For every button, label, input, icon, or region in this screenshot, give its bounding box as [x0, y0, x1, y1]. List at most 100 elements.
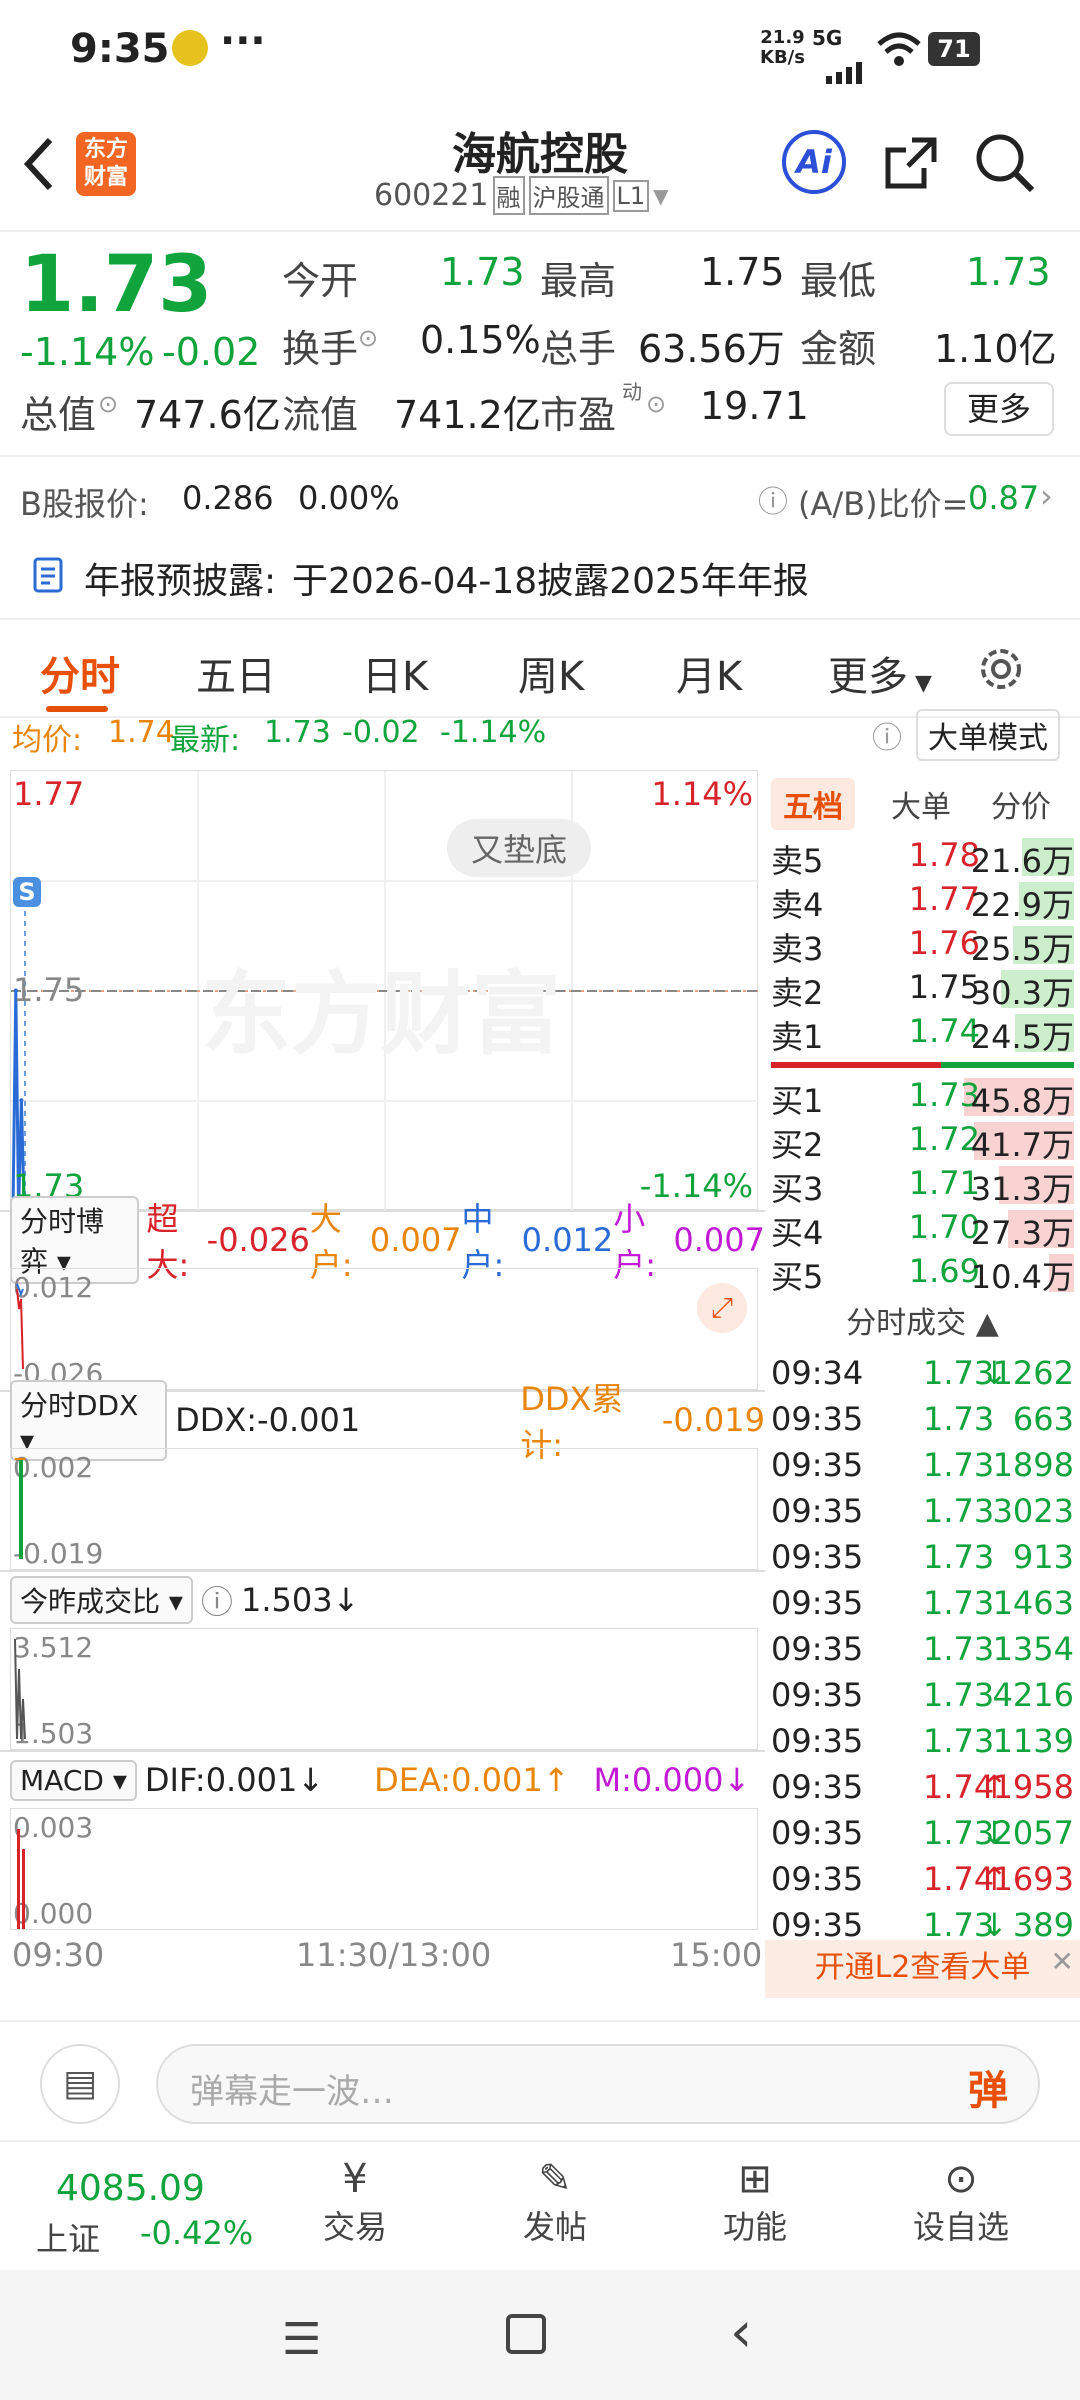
ratio-value: 1.503	[241, 1581, 333, 1619]
search-icon[interactable]	[974, 132, 1036, 198]
danmu-send-button[interactable]: 弹	[968, 2058, 1008, 2116]
trade-price: 1.73	[923, 1676, 995, 1714]
sub-chart[interactable]: 3.512 1.503	[10, 1628, 758, 1750]
settings-gear-icon[interactable]	[974, 642, 1028, 700]
l2-upgrade-banner[interactable]: 开通L2查看大单 ✕	[765, 1940, 1080, 1998]
tab-price-dist[interactable]: 分价	[991, 782, 1051, 826]
change-pct: -1.14%	[20, 330, 155, 374]
wifi-icon	[876, 30, 922, 78]
stock-header: 东方 财富 海航控股 600221 融 沪股通 L1 ▼ Ai	[0, 100, 1080, 230]
ai-assistant-button[interactable]: Ai	[782, 130, 846, 194]
dea-value: 0.001	[451, 1761, 543, 1799]
trade-time: 09:35	[771, 1400, 864, 1438]
sub-chart[interactable]: 0.003 0.000	[10, 1808, 758, 1930]
level-volume: 41.7万	[970, 1126, 1074, 1164]
ask-level[interactable]: 卖1 1.74 24.5万	[765, 1010, 1080, 1056]
post-button[interactable]: ✎ 发帖	[490, 2156, 620, 2266]
back-nav-icon[interactable]: ‹	[730, 2300, 752, 2365]
trade-time: 09:35	[771, 1722, 864, 1760]
watermark: 东方财富	[201, 962, 561, 1067]
b-share-row[interactable]: B股报价: 0.286 0.00% ⓘ (A/B)比价= 0.87 ›	[0, 455, 1080, 530]
tab-big-orders[interactable]: 大单	[891, 782, 951, 826]
help-icon[interactable]: ⓘ	[872, 713, 902, 757]
share-icon[interactable]	[882, 134, 940, 196]
close-icon[interactable]: ✕	[1051, 1934, 1074, 1990]
open-value: 1.73	[440, 250, 525, 294]
trade-price: 1.73	[923, 1584, 995, 1622]
sub-indicator-header: 今昨成交比 ▾ ⓘ 1.503 ↓	[0, 1570, 765, 1628]
big-order-mode-button[interactable]: 大单模式	[916, 709, 1060, 761]
menu-icon[interactable]: ☰	[282, 2314, 321, 2365]
price-chart[interactable]: 东方财富 1.77 1.14% 1.75 1.73 -1.14% 又垫底 S	[10, 770, 759, 1211]
time-start: 09:30	[12, 1936, 105, 1974]
tab-intraday[interactable]: 分时	[40, 644, 120, 702]
help-icon[interactable]: ⓘ	[201, 1577, 233, 1623]
chevron-down-icon[interactable]: ▼	[653, 184, 668, 208]
trade-volume: 1693	[992, 1860, 1074, 1898]
bottom-bar: 4085.09 上证 -0.42% ¥ 交易 ✎ 发帖 ⊞ 功能 ⊙ 设自选	[0, 2140, 1080, 2270]
bid-level[interactable]: 买1 1.73 45.8万	[765, 1074, 1080, 1120]
ask-level[interactable]: 卖2 1.75 30.3万	[765, 966, 1080, 1012]
ask-level[interactable]: 卖3 1.76 25.5万	[765, 922, 1080, 968]
tab-daily-k[interactable]: 日K	[362, 644, 428, 702]
more-circle-icon: ⊙	[944, 2156, 978, 2202]
danmu-settings-icon[interactable]: ▤	[40, 2044, 120, 2124]
bid-level[interactable]: 买3 1.71 31.3万	[765, 1162, 1080, 1208]
tab-more[interactable]: 更多 ▼	[828, 644, 932, 702]
b-share-pct: 0.00%	[298, 479, 400, 517]
y-top-price: 1.77	[13, 775, 85, 813]
trade-row: 09:35 1.73 1463	[765, 1580, 1080, 1626]
bid-level[interactable]: 买5 1.69 10.4万	[765, 1250, 1080, 1296]
dif-label: DIF:	[144, 1761, 206, 1799]
down-arrow-icon: ↓	[723, 1761, 751, 1799]
trade-button[interactable]: ¥ 交易	[290, 2156, 420, 2266]
back-icon[interactable]	[14, 134, 64, 194]
trade-volume: 2057	[992, 1814, 1074, 1852]
add-watchlist-button[interactable]: ⊙ 设自选	[896, 2156, 1026, 2266]
expand-icon[interactable]: ⤢	[697, 1283, 747, 1333]
tab-five-level[interactable]: 五档	[771, 778, 855, 830]
sub-chart[interactable]: 0.012 -0.026 ⤢	[10, 1268, 758, 1390]
home-icon[interactable]	[506, 2314, 546, 2354]
pattern-badge[interactable]: 又垫底	[447, 819, 592, 877]
trade-row: 09:35 1.73 3023	[765, 1488, 1080, 1534]
trade-time: 09:35	[771, 1630, 864, 1668]
chart-info-row: 均价: 1.74 最新: 1.73 -0.02 -1.14% ⓘ 大单模式	[0, 705, 1080, 761]
index-ticker[interactable]: 4085.09 上证 -0.42%	[0, 2142, 270, 2272]
status-time: 9:35	[70, 26, 170, 72]
ask-level[interactable]: 卖4 1.77 22.9万	[765, 878, 1080, 924]
level-price: 1.69	[908, 1252, 980, 1290]
annual-report-notice[interactable]: 年报预披露: 于2026-04-18披露2025年年报	[0, 530, 1080, 618]
time-mid: 11:30/13:00	[296, 1936, 492, 1974]
trades-header[interactable]: 分时成交 ▲	[765, 1298, 1080, 1348]
bid-level[interactable]: 买2 1.72 41.7万	[765, 1118, 1080, 1164]
trade-row: 09:35 1.73 1354	[765, 1626, 1080, 1672]
bid-ratio-bar	[941, 1062, 1074, 1068]
pe-label: 市盈	[540, 393, 617, 437]
sell-signal-marker[interactable]: S	[13, 877, 41, 907]
pe-info-icon[interactable]: ⊙	[646, 390, 666, 418]
sub-chart[interactable]: 0.002 -0.019	[10, 1448, 758, 1570]
trade-price: 1.73	[923, 1492, 995, 1530]
large-value: 0.007	[369, 1221, 462, 1259]
tab-five-day[interactable]: 五日	[196, 644, 276, 702]
turnover-info-icon[interactable]: ⊙	[358, 324, 378, 352]
help-icon[interactable]: ⓘ	[758, 477, 788, 521]
ask-level[interactable]: 卖5 1.78 21.6万	[765, 834, 1080, 880]
indicator-select[interactable]: 今昨成交比 ▾	[10, 1576, 193, 1624]
trade-price: 1.73	[923, 1446, 995, 1484]
tab-weekly-k[interactable]: 周K	[518, 644, 584, 702]
tab-monthly-k[interactable]: 月K	[676, 644, 742, 702]
trade-volume: 1354	[992, 1630, 1074, 1668]
more-quote-button[interactable]: 更多	[944, 382, 1054, 436]
trade-volume: 3023	[992, 1492, 1074, 1530]
mktcap-info-icon[interactable]: ⊙	[98, 390, 118, 418]
function-button[interactable]: ⊞ 功能	[690, 2156, 820, 2266]
bid-level[interactable]: 买4 1.70 27.3万	[765, 1206, 1080, 1252]
indicator-select[interactable]: MACD ▾	[10, 1759, 137, 1801]
danmu-input[interactable]: 弹幕走一波… 弹	[156, 2044, 1040, 2124]
turnover-value: 0.15%	[420, 318, 541, 362]
level-label: 卖1	[771, 1018, 824, 1056]
ask-levels: 卖5 1.78 21.6万 卖4 1.77 22.9万 卖3 1.76 25.5万 卖2 1.75 3…	[765, 834, 1080, 1056]
level-price: 1.70	[908, 1208, 980, 1246]
